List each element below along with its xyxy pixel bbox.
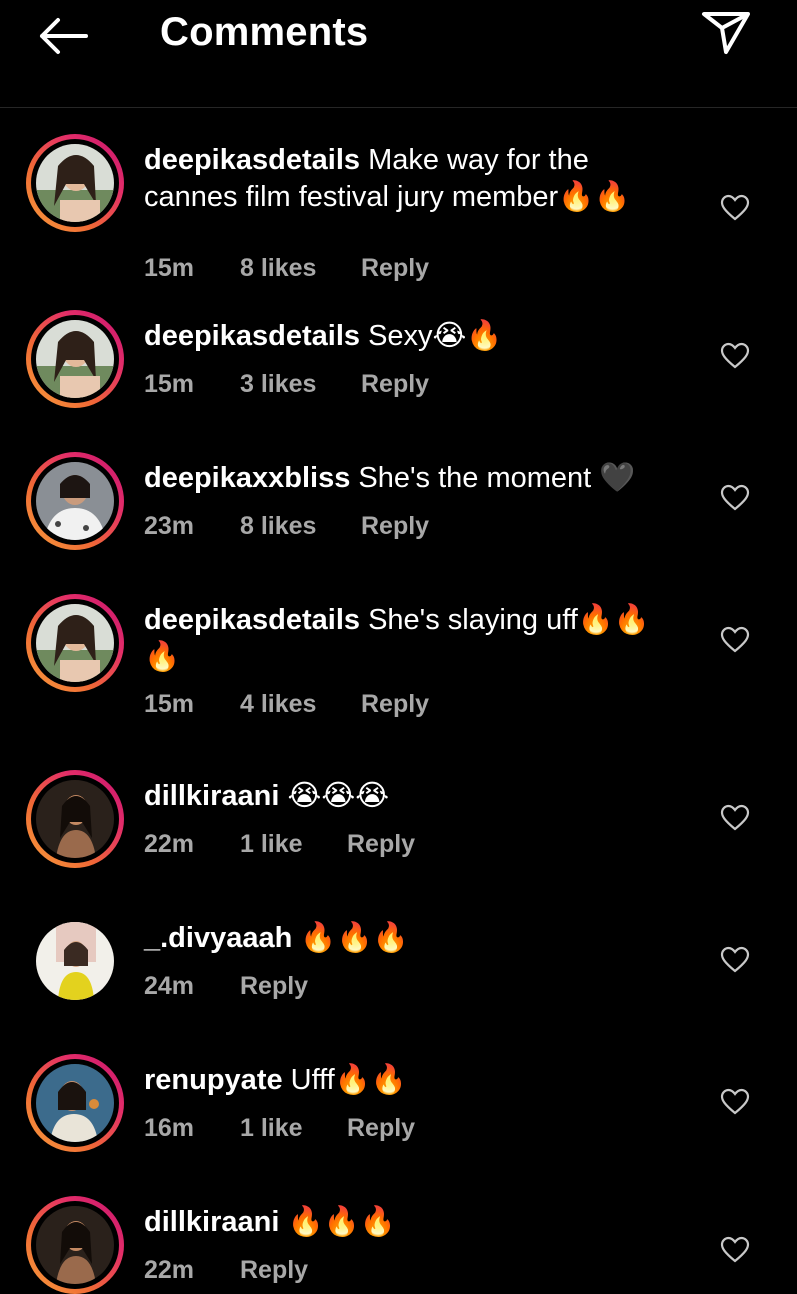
reply-button[interactable]: Reply xyxy=(347,1114,415,1143)
comment-likes[interactable]: 1 like xyxy=(240,1114,303,1143)
comment-username[interactable]: deepikasdetails xyxy=(144,144,360,176)
comment-time: 15m xyxy=(144,254,195,282)
comment-likes[interactable]: 4 likes xyxy=(240,690,316,719)
back-arrow-icon[interactable] xyxy=(36,14,90,58)
reply-button[interactable]: Reply xyxy=(361,370,429,399)
profile-photo xyxy=(36,604,114,682)
comment-text: 🔥🔥🔥 xyxy=(300,922,409,954)
comment-username[interactable]: renupyate xyxy=(144,1064,283,1096)
comment-time: 16m xyxy=(144,1114,195,1142)
comment-username[interactable]: deepikasdetails xyxy=(144,604,360,636)
heart-icon[interactable] xyxy=(720,626,750,654)
comment-username[interactable]: deepikaxxbliss xyxy=(144,462,350,494)
comment-time: 23m xyxy=(144,512,195,540)
comment-text: Ufff🔥🔥 xyxy=(290,1064,407,1096)
comment-likes[interactable]: 8 likes xyxy=(240,512,316,541)
profile-photo xyxy=(36,922,114,1000)
heart-icon[interactable] xyxy=(720,484,750,512)
comment-username[interactable]: deepikasdetails xyxy=(144,320,360,352)
comment-username[interactable]: _.divyaaah xyxy=(144,922,292,954)
heart-icon[interactable] xyxy=(720,804,750,832)
avatar[interactable] xyxy=(26,1196,124,1294)
comment-username[interactable]: dillkiraani xyxy=(144,780,279,812)
comment-likes[interactable]: 1 like xyxy=(240,830,303,859)
comment-text: 😭😭😭 xyxy=(287,780,390,812)
comment-likes[interactable]: 8 likes xyxy=(240,254,316,283)
comments-header: Comments xyxy=(0,0,797,108)
profile-photo xyxy=(36,1064,114,1142)
comment-time: 24m xyxy=(144,972,195,1000)
profile-photo xyxy=(36,320,114,398)
comment-username[interactable]: dillkiraani xyxy=(144,1206,279,1238)
reply-button[interactable]: Reply xyxy=(361,254,429,283)
comment-text: 🔥🔥🔥 xyxy=(287,1206,396,1238)
comment-time: 15m xyxy=(144,370,195,398)
heart-icon[interactable] xyxy=(720,342,750,370)
avatar[interactable] xyxy=(26,134,124,232)
comment-time: 15m xyxy=(144,690,195,718)
heart-icon[interactable] xyxy=(720,1088,750,1116)
avatar[interactable] xyxy=(26,1054,124,1152)
heart-icon[interactable] xyxy=(720,1236,750,1264)
comment-text: Sexy😭🔥 xyxy=(368,320,503,352)
reply-button[interactable]: Reply xyxy=(347,830,415,859)
avatar[interactable] xyxy=(26,594,124,692)
comment-time: 22m xyxy=(144,1256,195,1284)
paper-plane-icon[interactable] xyxy=(700,10,752,56)
reply-button[interactable]: Reply xyxy=(240,1256,308,1285)
profile-photo xyxy=(36,1206,114,1284)
reply-button[interactable]: Reply xyxy=(240,972,308,1001)
page-title: Comments xyxy=(160,10,369,54)
profile-photo xyxy=(36,780,114,858)
avatar[interactable] xyxy=(26,452,124,550)
reply-button[interactable]: Reply xyxy=(361,512,429,541)
heart-icon[interactable] xyxy=(720,946,750,974)
reply-button[interactable]: Reply xyxy=(361,690,429,719)
avatar[interactable] xyxy=(26,770,124,868)
avatar[interactable] xyxy=(26,912,124,1010)
comment-time: 22m xyxy=(144,830,195,858)
comment-likes[interactable]: 3 likes xyxy=(240,370,316,399)
profile-photo xyxy=(36,462,114,540)
heart-icon[interactable] xyxy=(720,194,750,222)
avatar[interactable] xyxy=(26,310,124,408)
comment-text: She's the moment 🖤 xyxy=(358,462,636,494)
profile-photo xyxy=(36,144,114,222)
